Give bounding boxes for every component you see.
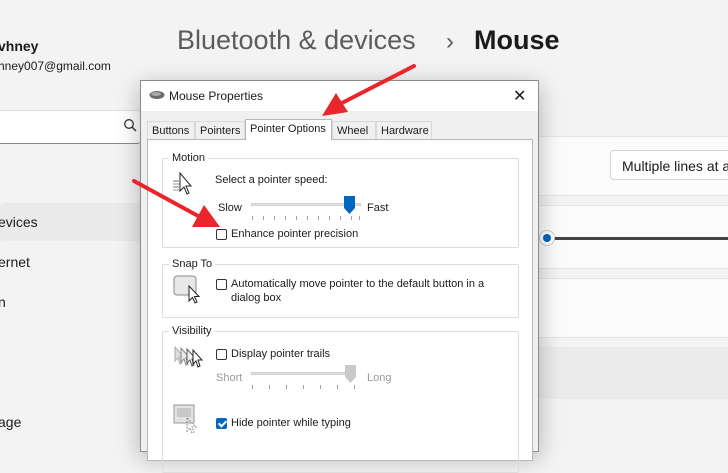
- dialog-title: Mouse Properties: [169, 89, 264, 103]
- sidebar-item-language[interactable]: age: [0, 414, 21, 430]
- trail-length-slider-track[interactable]: [251, 372, 356, 375]
- pointer-trails-checkbox[interactable]: [216, 349, 227, 360]
- snap-to-checkbox[interactable]: [216, 279, 227, 290]
- scroll-mode-dropdown[interactable]: Multiple lines at a: [610, 150, 728, 180]
- tab-buttons[interactable]: Buttons: [147, 121, 195, 139]
- settings-search-input[interactable]: [0, 110, 141, 144]
- breadcrumb-parent[interactable]: Bluetooth & devices: [177, 25, 416, 56]
- mouse-properties-dialog: Mouse Properties ✕ Buttons Pointers Poin…: [140, 80, 539, 473]
- user-name: vhney: [0, 38, 39, 54]
- trail-long-label: Long: [367, 372, 392, 384]
- trail-length-ticks: [252, 385, 355, 389]
- enhance-precision-label[interactable]: Enhance pointer precision: [231, 228, 358, 240]
- scroll-lines-slider-track[interactable]: [543, 237, 728, 240]
- search-icon[interactable]: [123, 118, 137, 132]
- user-email: hney007@gmail.com: [0, 59, 111, 73]
- hide-pointer-icon: [173, 404, 198, 434]
- sidebar-item-network-internet[interactable]: ernet: [0, 254, 30, 270]
- sidebar-item-bluetooth-devices[interactable]: evices: [0, 214, 38, 230]
- hide-pointer-checkbox[interactable]: [216, 418, 227, 429]
- tab-pointers[interactable]: Pointers: [195, 121, 245, 139]
- close-icon[interactable]: ✕: [513, 86, 526, 106]
- snap-to-group-label: Snap To: [169, 258, 216, 270]
- snap-to-button-icon: [173, 275, 201, 304]
- visibility-group: Visibility Display pointer trails Short …: [162, 325, 519, 473]
- pointer-trails-label[interactable]: Display pointer trails: [231, 348, 330, 360]
- tab-wheel[interactable]: Wheel: [332, 121, 376, 139]
- annotation-arrow-icon: [322, 64, 416, 116]
- snap-to-label-line2[interactable]: dialog box: [231, 292, 281, 304]
- snap-to-label-line1[interactable]: Automatically move pointer to the defaul…: [231, 278, 484, 290]
- page-title: Mouse: [474, 25, 560, 55]
- motion-group-label: Motion: [169, 152, 209, 164]
- pointer-speed-prompt: Select a pointer speed:: [215, 174, 328, 186]
- tab-pointer-options[interactable]: Pointer Options: [245, 119, 332, 140]
- pointer-speed-ticks: [252, 216, 360, 220]
- annotation-arrow-icon: [132, 179, 220, 227]
- breadcrumb-chevron-icon: ›: [446, 28, 454, 55]
- snap-to-group: Snap To Automatically move pointer to th…: [162, 258, 519, 318]
- tab-hardware[interactable]: Hardware: [376, 121, 432, 139]
- visibility-group-label: Visibility: [169, 325, 215, 337]
- mouse-icon: [149, 91, 165, 99]
- pointer-speed-slider-thumb[interactable]: [344, 196, 356, 214]
- trail-length-slider-thumb[interactable]: [344, 365, 356, 383]
- hide-pointer-label[interactable]: Hide pointer while typing: [231, 417, 351, 429]
- sidebar-item-personalization[interactable]: n: [0, 294, 6, 310]
- scroll-lines-slider-thumb[interactable]: [540, 231, 554, 245]
- speed-fast-label: Fast: [367, 202, 389, 214]
- trail-short-label: Short: [216, 372, 243, 384]
- pointer-trails-icon: [174, 345, 204, 368]
